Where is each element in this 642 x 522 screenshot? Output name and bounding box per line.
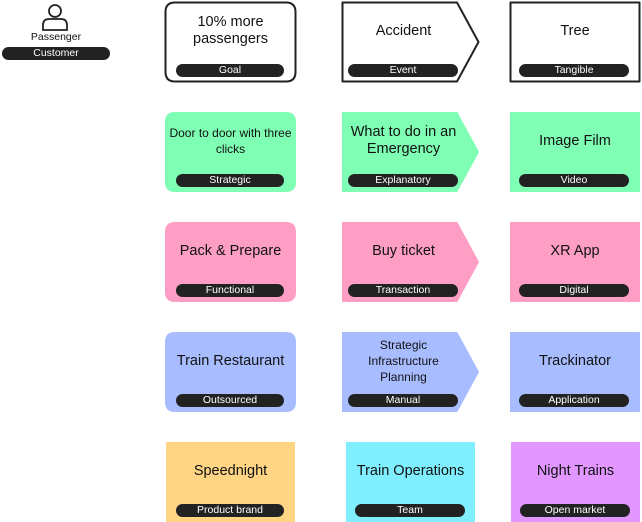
node-title: Strategic Infrastructure Planning xyxy=(368,338,439,384)
person-icon xyxy=(42,4,68,31)
node-tag: Digital xyxy=(519,284,629,297)
node-tag: Strategic xyxy=(176,174,284,187)
node-tag: Video xyxy=(519,174,629,187)
node-1-0[interactable]: Door to door with three clicks Strategic xyxy=(165,112,296,192)
node-tag: Event xyxy=(348,64,458,77)
node-title: XR App xyxy=(550,242,600,259)
node-title: 10% more passengers xyxy=(193,14,268,47)
node-0-0[interactable]: 10% more passengers Goal xyxy=(164,1,297,83)
node-tag: Goal xyxy=(176,64,284,77)
node-tag: Explanatory xyxy=(348,174,458,187)
node-tag: Manual xyxy=(348,394,458,407)
node-tag: Functional xyxy=(176,284,284,297)
node-4-0[interactable]: Speednight Product brand xyxy=(166,442,295,522)
node-4-2[interactable]: Night Trains Open market xyxy=(511,442,640,522)
node-title: Train Operations xyxy=(356,462,465,479)
node-title: Door to door with three clicks xyxy=(169,126,292,156)
node-title: Buy ticket xyxy=(372,242,435,259)
node-tag: Outsourced xyxy=(176,394,284,407)
node-title: Tree xyxy=(560,22,590,39)
node-3-2[interactable]: Trackinator Application xyxy=(510,332,640,412)
node-1-1[interactable]: What to do in an Emergency Explanatory xyxy=(342,112,479,192)
node-title: Accident xyxy=(375,22,432,39)
node-tag: Team xyxy=(355,504,465,517)
node-tag: Transaction xyxy=(348,284,458,297)
node-tag: Open market xyxy=(520,504,630,517)
node-3-0[interactable]: Train Restaurant Outsourced xyxy=(165,332,296,412)
actor-passenger[interactable]: Passenger Customer xyxy=(0,0,112,62)
node-title: Image Film xyxy=(539,132,611,149)
node-title: Speednight xyxy=(193,462,268,479)
node-4-1[interactable]: Train Operations Team xyxy=(346,442,475,522)
node-2-0[interactable]: Pack & Prepare Functional xyxy=(165,222,296,302)
actor-label: Passenger xyxy=(30,31,82,43)
node-1-2[interactable]: Image Film Video xyxy=(510,112,640,192)
node-title: Pack & Prepare xyxy=(179,242,282,259)
node-0-2[interactable]: Tree Tangible xyxy=(509,1,641,83)
node-title: What to do in an Emergency xyxy=(350,124,457,157)
node-2-1[interactable]: Buy ticket Transaction xyxy=(342,222,479,302)
node-0-1[interactable]: Accident Event xyxy=(341,1,480,83)
node-tag: Product brand xyxy=(176,504,284,517)
node-2-2[interactable]: XR App Digital xyxy=(510,222,640,302)
node-title: Night Trains xyxy=(536,462,615,479)
node-title: Trackinator xyxy=(539,352,611,369)
actor-tag: Customer xyxy=(2,47,110,60)
node-title: Train Restaurant xyxy=(176,352,285,369)
node-tag: Tangible xyxy=(519,64,629,77)
node-3-1[interactable]: Strategic Infrastructure Planning Manual xyxy=(342,332,479,412)
node-tag: Application xyxy=(519,394,629,407)
